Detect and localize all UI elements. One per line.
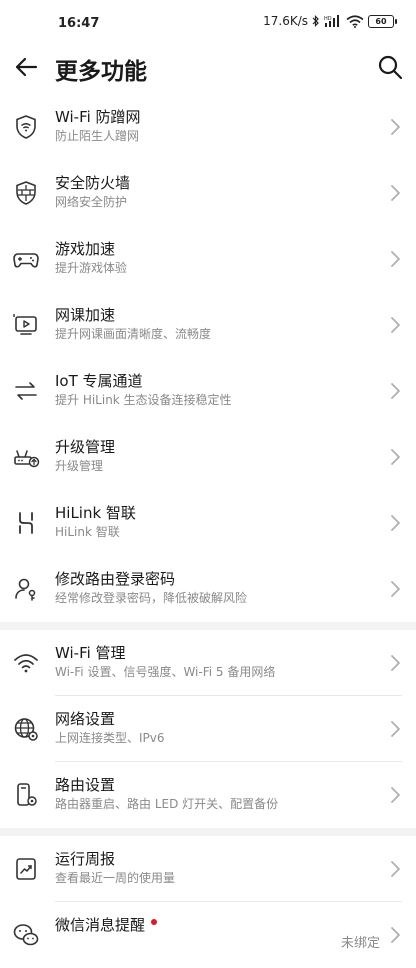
cell-signal-icon: HD: [324, 15, 339, 27]
item-subtitle: 提升 HiLink 生态设备连接稳定性: [55, 393, 232, 407]
net-speed: 17.6K/s: [263, 14, 308, 28]
chevron-right-icon: [391, 655, 400, 671]
list-item-weekly-report[interactable]: 运行周报 查看最近一周的使用量: [0, 836, 416, 902]
back-arrow-icon[interactable]: [12, 53, 40, 81]
item-subtitle: 防止陌生人蹭网: [55, 129, 140, 143]
page-title: 更多功能: [55, 59, 147, 85]
item-title: 路由设置: [55, 776, 116, 794]
item-title: 游戏加速: [55, 240, 116, 258]
status-time: 16:47: [58, 16, 100, 31]
chevron-right-icon: [391, 317, 400, 333]
list-item-iot-channel[interactable]: IoT 专属通道 提升 HiLink 生态设备连接稳定性: [0, 358, 416, 424]
wifi-icon: [14, 654, 38, 673]
chevron-right-icon: [391, 185, 400, 201]
bluetooth-icon: [312, 15, 319, 27]
item-title: 升级管理: [55, 438, 116, 456]
router-upgrade-icon: [14, 450, 40, 468]
item-subtitle: 查看最近一周的使用量: [55, 871, 176, 885]
status-indicators: 17.6K/s HD 60: [263, 14, 397, 28]
chevron-right-icon: [391, 383, 400, 399]
item-subtitle: 经常修改登录密码，降低被破解风险: [55, 591, 248, 605]
list-item-upgrade-management[interactable]: 升级管理 升级管理: [0, 424, 416, 490]
bind-status: 未绑定: [340, 936, 380, 951]
item-subtitle: 网络安全防护: [55, 195, 128, 209]
item-title: 网络设置: [55, 710, 116, 728]
list-item-wechat-notify[interactable]: 微信消息提醒 未绑定: [0, 902, 416, 968]
unread-dot: [151, 918, 158, 925]
item-subtitle: 上网连接类型、IPv6: [55, 731, 165, 745]
chevron-right-icon: [391, 927, 400, 943]
list-item-change-password[interactable]: 修改路由登录密码 经常修改登录密码，降低被破解风险: [0, 556, 416, 622]
section-divider: [0, 622, 416, 630]
item-title: IoT 专属通道: [55, 372, 143, 390]
chevron-right-icon: [391, 721, 400, 737]
battery-icon: 60: [368, 14, 397, 28]
item-subtitle: HiLink 智联: [55, 525, 120, 539]
item-title: HiLink 智联: [55, 504, 136, 522]
wechat-icon: [13, 924, 39, 946]
page-header: 更多功能: [0, 48, 416, 88]
list-item-network-settings[interactable]: 网络设置 上网连接类型、IPv6: [0, 696, 416, 762]
weekly-report-icon: [16, 858, 36, 880]
iot-channel-icon: [15, 382, 37, 400]
item-subtitle: 路由器重启、路由 LED 灯开关、配置备份: [55, 797, 279, 811]
item-title: 修改路由登录密码: [55, 570, 176, 588]
video-lesson-icon: [13, 314, 37, 335]
globe-gear-icon: [14, 718, 38, 741]
search-icon[interactable]: [376, 53, 404, 81]
chevron-right-icon: [391, 861, 400, 877]
item-subtitle: 提升游戏体验: [55, 261, 128, 275]
hilink-icon: [19, 512, 33, 534]
firewall-icon: [16, 181, 36, 205]
shield-wifi-icon: [16, 115, 36, 139]
item-title: Wi-Fi 防蹭网: [55, 108, 141, 126]
list-item-wifi-anti-leech[interactable]: Wi-Fi 防蹭网 防止陌生人蹭网: [0, 94, 416, 160]
chevron-right-icon: [391, 515, 400, 531]
status-bar: 16:47 17.6K/s HD 60: [0, 0, 416, 48]
list-item-wifi-management[interactable]: Wi-Fi 管理 Wi-Fi 设置、信号强度、Wi-Fi 5 备用网络: [0, 630, 416, 696]
chevron-right-icon: [391, 581, 400, 597]
item-title-text: 微信消息提醒: [55, 916, 146, 934]
chevron-right-icon: [391, 449, 400, 465]
item-subtitle: Wi-Fi 设置、信号强度、Wi-Fi 5 备用网络: [55, 665, 276, 679]
item-title: 运行周报: [55, 850, 116, 868]
user-key-icon: [15, 578, 36, 601]
wifi-status-icon: [346, 14, 364, 28]
item-subtitle: 升级管理: [55, 459, 104, 473]
item-subtitle: 提升网课画面清晰度、流畅度: [55, 327, 212, 341]
chevron-right-icon: [391, 119, 400, 135]
chevron-right-icon: [391, 251, 400, 267]
list-item-firewall[interactable]: 安全防火墙 网络安全防护: [0, 160, 416, 226]
list-item-game-boost[interactable]: 游戏加速 提升游戏体验: [0, 226, 416, 292]
router-gear-icon: [17, 783, 37, 806]
item-title: Wi-Fi 管理: [55, 644, 126, 662]
item-title: 安全防火墙: [55, 174, 131, 192]
list-item-online-class-boost[interactable]: 网课加速 提升网课画面清晰度、流畅度: [0, 292, 416, 358]
list-item-hilink[interactable]: HiLink 智联 HiLink 智联: [0, 490, 416, 556]
section-divider: [0, 828, 416, 836]
item-title: 微信消息提醒: [55, 914, 158, 935]
list-item-router-settings[interactable]: 路由设置 路由器重启、路由 LED 灯开关、配置备份: [0, 762, 416, 828]
gamepad-icon: [13, 253, 39, 268]
feature-list: Wi-Fi 防蹭网 防止陌生人蹭网 安全防火墙 网络安全防护 游戏加速 提升游戏…: [0, 94, 416, 968]
chevron-right-icon: [391, 787, 400, 803]
item-title: 网课加速: [55, 306, 116, 324]
